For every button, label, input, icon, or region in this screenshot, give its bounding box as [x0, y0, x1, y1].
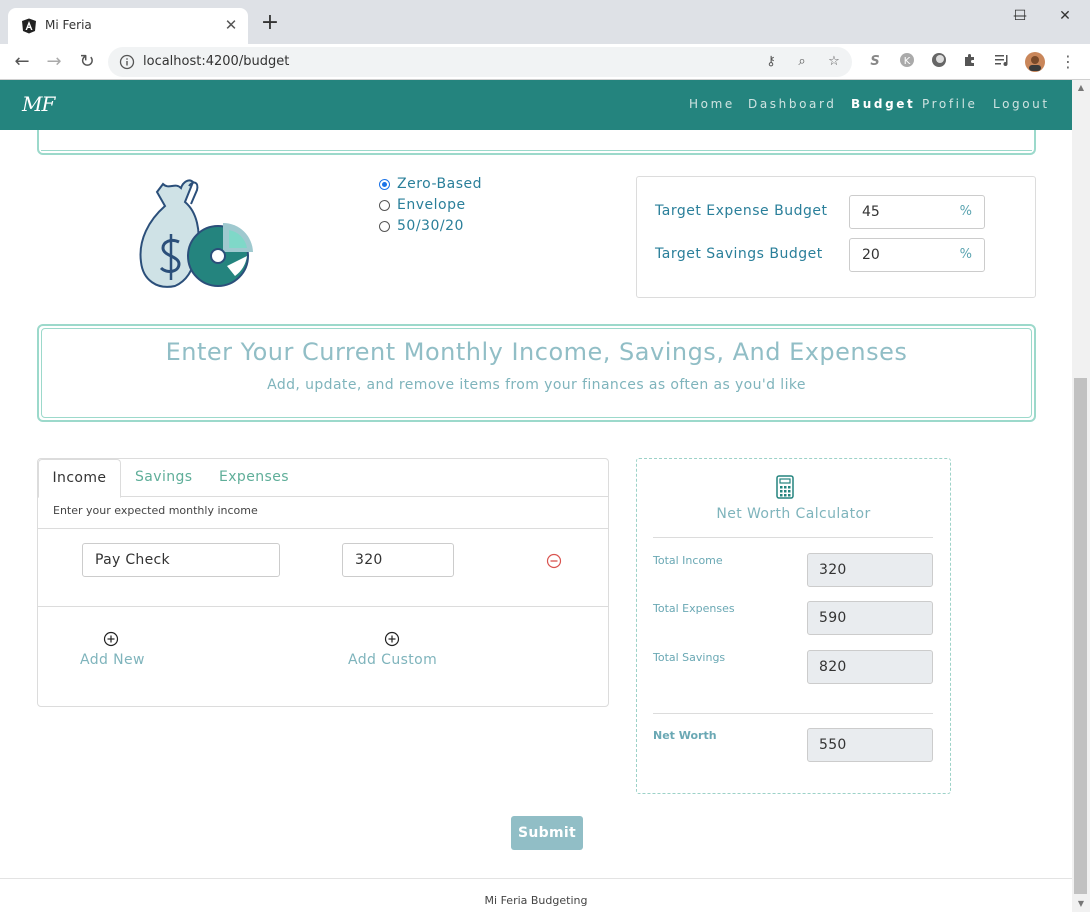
svg-text:K: K — [904, 56, 911, 67]
total-income-label: Total Income — [653, 554, 723, 567]
finances-banner: Enter Your Current Monthly Income, Savin… — [37, 324, 1036, 422]
banner-title: Enter Your Current Monthly Income, Savin… — [165, 338, 908, 366]
calculator-title: Net Worth Calculator — [716, 506, 871, 522]
radio-label[interactable]: 50/30/20 — [397, 218, 464, 234]
banner-subtitle: Add, update, and remove items from your … — [267, 377, 806, 393]
brand-logo[interactable]: MF — [22, 92, 55, 116]
tab-title: Mi Feria — [45, 18, 92, 32]
browser-tab-strip: Mi Feria ✕ + — ✕ — [0, 0, 1090, 44]
radio-checked-icon[interactable] — [379, 179, 390, 190]
total-expenses-label: Total Expenses — [653, 602, 735, 615]
target-savings-value[interactable]: 20 — [862, 247, 880, 263]
item-amount-value[interactable]: 320 — [355, 552, 383, 568]
finance-tab-bar: Income Savings Expenses — [38, 459, 608, 498]
top-panel-border — [37, 130, 1036, 155]
new-tab-button[interactable]: + — [258, 12, 282, 36]
item-name-value[interactable]: Pay Check — [95, 552, 170, 568]
scroll-up-icon[interactable]: ▲ — [1072, 80, 1090, 96]
nav-link-budget[interactable]: Budget — [851, 97, 915, 111]
target-savings-input[interactable]: 20 % — [849, 238, 985, 272]
url-text[interactable]: localhost:4200/budget — [143, 54, 289, 69]
add-circle-icon[interactable] — [384, 631, 400, 647]
net-worth-value: 550 — [819, 737, 847, 753]
percent-unit: % — [959, 247, 972, 262]
divider — [38, 606, 608, 607]
extension-k-icon[interactable]: K — [897, 52, 917, 72]
money-bag-chart-illustration — [139, 179, 253, 288]
extension-circle-icon[interactable] — [929, 52, 949, 72]
maximize-button[interactable]: ☐ — [998, 4, 1042, 28]
item-amount-input[interactable]: 320 — [342, 543, 454, 577]
net-worth-field: 550 — [807, 728, 933, 762]
tab-description: Enter your expected monthly income — [53, 504, 258, 517]
forward-arrow-icon[interactable]: → — [41, 49, 67, 75]
nav-link-home[interactable]: Home — [689, 97, 735, 111]
nav-link-profile[interactable]: Profile — [922, 97, 978, 111]
back-arrow-icon[interactable]: ← — [9, 49, 35, 75]
bookmark-star-icon[interactable]: ☆ — [824, 52, 844, 72]
tab-income[interactable]: Income — [38, 459, 121, 498]
total-expenses-value: 590 — [819, 610, 847, 626]
nav-link-logout[interactable]: Logout — [993, 97, 1050, 111]
tab-expenses[interactable]: Expenses — [219, 459, 289, 497]
browser-menu-icon[interactable]: ⋮ — [1058, 52, 1078, 72]
close-window-button[interactable]: ✕ — [1043, 4, 1087, 28]
divider — [653, 537, 933, 538]
browser-tab[interactable]: Mi Feria ✕ — [8, 8, 248, 44]
target-expense-label: Target Expense Budget — [655, 203, 828, 219]
reload-icon[interactable]: ↻ — [74, 49, 100, 75]
info-icon[interactable] — [119, 54, 135, 70]
divider — [653, 713, 933, 714]
divider — [38, 528, 608, 529]
add-custom-button[interactable]: Add Custom — [348, 652, 437, 668]
footer-text: Mi Feria Budgeting — [484, 894, 588, 907]
net-worth-label: Net Worth — [653, 729, 717, 742]
radio-unchecked-icon[interactable] — [379, 221, 390, 232]
extension-s-icon[interactable]: S — [865, 52, 885, 72]
percent-unit: % — [959, 204, 972, 219]
zoom-icon[interactable]: ⌕ — [792, 52, 812, 72]
finance-items-card: Income Savings Expenses Enter your expec… — [37, 458, 609, 707]
remove-circle-icon[interactable] — [546, 553, 562, 569]
angular-logo-icon — [22, 18, 36, 34]
total-savings-value: 820 — [819, 659, 847, 675]
target-expense-value[interactable]: 45 — [862, 204, 880, 220]
radio-label[interactable]: Envelope — [397, 197, 466, 213]
radio-unchecked-icon[interactable] — [379, 200, 390, 211]
scrollbar-thumb[interactable] — [1074, 378, 1087, 894]
add-circle-icon[interactable] — [103, 631, 119, 647]
add-new-button[interactable]: Add New — [80, 652, 145, 668]
calculator-icon — [776, 475, 794, 499]
total-income-value: 320 — [819, 562, 847, 578]
radio-label[interactable]: Zero-Based — [397, 176, 482, 192]
media-queue-icon[interactable] — [992, 52, 1012, 72]
net-worth-calculator: Net Worth Calculator Total Income 320 To… — [636, 458, 951, 794]
nav-link-dashboard[interactable]: Dashboard — [748, 97, 837, 111]
footer-divider — [0, 878, 1072, 879]
item-name-input[interactable]: Pay Check — [82, 543, 280, 577]
extensions-puzzle-icon[interactable] — [960, 52, 980, 72]
total-savings-field: 820 — [807, 650, 933, 684]
key-icon[interactable]: ⚷ — [761, 52, 781, 72]
submit-button[interactable]: Submit — [511, 816, 583, 850]
total-income-field: 320 — [807, 553, 933, 587]
target-budget-panel: Target Expense Budget 45 % Target Saving… — [636, 176, 1036, 298]
target-savings-label: Target Savings Budget — [655, 246, 823, 262]
browser-toolbar: ← → ↻ localhost:4200/budget ⚷ ⌕ ☆ S K ⋮ — [0, 44, 1090, 80]
profile-avatar-icon[interactable] — [1025, 52, 1045, 72]
target-expense-input[interactable]: 45 % — [849, 195, 985, 229]
tab-close-icon[interactable]: ✕ — [222, 16, 240, 34]
app-navbar: MF Home Dashboard Budget Profile Logout — [0, 80, 1072, 130]
scroll-down-icon[interactable]: ▼ — [1072, 896, 1090, 912]
total-savings-label: Total Savings — [653, 651, 726, 664]
total-expenses-field: 590 — [807, 601, 933, 635]
tab-savings[interactable]: Savings — [135, 459, 193, 497]
address-bar[interactable]: localhost:4200/budget ⚷ ⌕ ☆ — [108, 47, 852, 77]
